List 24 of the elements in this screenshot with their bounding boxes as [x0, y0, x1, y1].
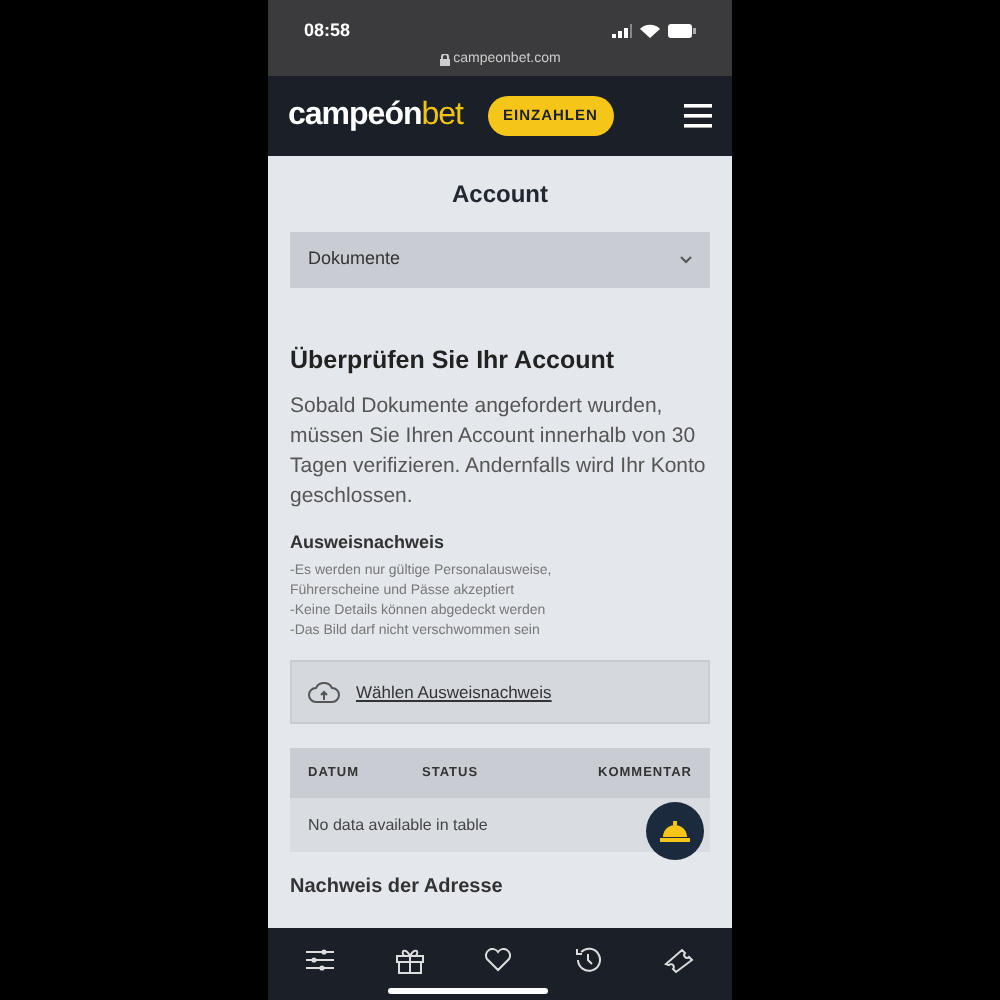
- upload-link[interactable]: Wählen Ausweisnachweis: [356, 679, 552, 706]
- section-heading: Nachweis der Adresse: [290, 874, 505, 903]
- info-paragraph: Sobald Dokumente angefordert wurden, müssen Sie Ihren Account innerhalb von 30 Tagen verifizieren. Andernfalls wird Ihr Konto geschlossen.: [290, 391, 708, 512]
- battery-icon: [668, 24, 696, 39]
- history-icon[interactable]: [574, 946, 603, 974]
- logo[interactable]: campeónbet: [288, 92, 463, 140]
- chevron-down-icon: [680, 256, 692, 264]
- ticket-icon[interactable]: [663, 947, 694, 973]
- documents-dropdown[interactable]: Dokumente: [290, 232, 710, 288]
- heart-icon[interactable]: [484, 948, 513, 972]
- subsection-heading: Ausweisnachweis: [290, 529, 447, 556]
- signal-icon: [612, 24, 632, 39]
- sliders-icon[interactable]: [306, 948, 335, 972]
- gift-icon[interactable]: [395, 947, 424, 973]
- upload-area[interactable]: Wählen Ausweisnachweis: [290, 660, 710, 725]
- bell-icon: [660, 820, 690, 842]
- empty-table-message: No data available in table: [308, 813, 488, 838]
- menu-icon[interactable]: [684, 104, 712, 128]
- section-heading: Überprüfen Sie Ihr Account: [290, 344, 617, 378]
- lock-icon: [439, 53, 450, 66]
- cloud-upload-icon: [308, 680, 340, 705]
- page-title: Account: [450, 178, 550, 212]
- clock-time: 08:58: [304, 18, 351, 44]
- wifi-icon: [640, 24, 660, 39]
